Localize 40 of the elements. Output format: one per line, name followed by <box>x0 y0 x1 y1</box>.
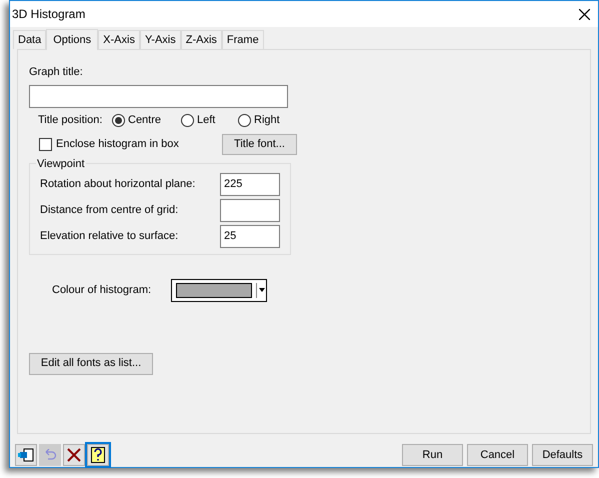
field-label: Graph title: <box>29 65 84 80</box>
radio-button[interactable] <box>112 114 125 127</box>
caret-icon <box>259 288 265 292</box>
field-label: Title position: <box>38 113 104 128</box>
toolbar-button[interactable] <box>15 444 37 466</box>
tab[interactable]: Z-Axis <box>180 30 222 49</box>
radio-label: Left <box>197 113 216 128</box>
radio-label: Centre <box>128 113 162 128</box>
tab[interactable]: Options <box>46 29 98 50</box>
graph-title-field[interactable] <box>29 84 288 108</box>
radio-button[interactable] <box>238 114 251 127</box>
checkbox[interactable] <box>39 138 52 150</box>
tab[interactable]: X-Axis <box>98 30 140 49</box>
help-icon <box>91 447 105 463</box>
number-field[interactable]: 225 <box>220 172 280 196</box>
toolbar-button[interactable] <box>63 444 85 466</box>
checkbox-label: Enclose histogram in box <box>56 136 180 152</box>
tab[interactable]: Y-Axis <box>140 30 181 49</box>
number-field[interactable] <box>220 198 280 222</box>
title-font-button[interactable]: Title font... <box>222 134 297 154</box>
close-icon <box>67 448 81 462</box>
field-label: Elevation relative to surface: <box>40 228 180 244</box>
field-label: Distance from centre of grid: <box>40 202 180 218</box>
dialog-button[interactable]: Defaults <box>532 444 593 466</box>
radio-label: Right <box>254 113 280 128</box>
window-title: 3D Histogram <box>12 6 86 23</box>
colour-dropdown[interactable] <box>171 278 267 302</box>
field-label: Colour of histogram: <box>52 282 152 298</box>
toolbar-button[interactable] <box>87 444 109 466</box>
number-field[interactable]: 25 <box>220 224 280 248</box>
tab[interactable]: Frame <box>222 30 264 49</box>
dialog-button[interactable]: Cancel <box>467 444 528 466</box>
tab[interactable]: Data <box>13 30 46 49</box>
radio-button[interactable] <box>181 114 194 127</box>
close-icon[interactable] <box>579 8 590 20</box>
exit-icon <box>18 448 34 462</box>
dialog-button[interactable]: Run <box>402 444 463 466</box>
edit-fonts-button[interactable]: Edit all fonts as list... <box>29 352 153 374</box>
field-label: Rotation about horizontal plane: <box>40 176 196 192</box>
undo-icon <box>43 449 57 461</box>
